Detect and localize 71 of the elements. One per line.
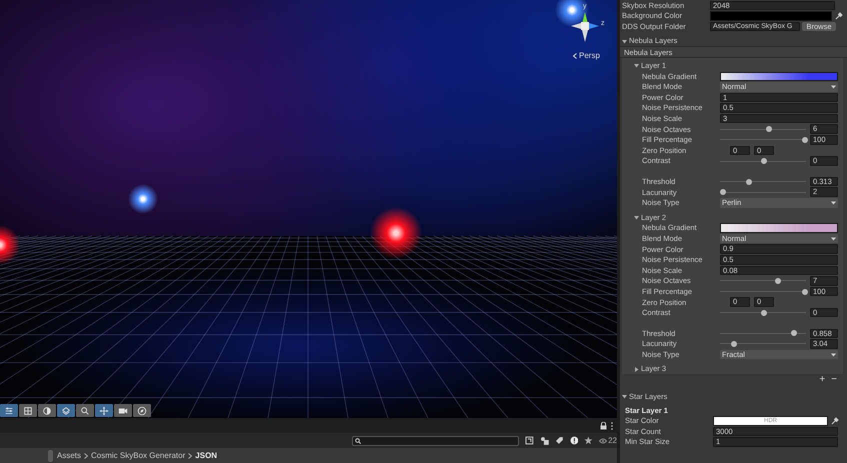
- slider-track[interactable]: [720, 135, 806, 144]
- chevron-right-icon: [84, 452, 88, 458]
- grid-icon: [23, 406, 33, 416]
- eyedropper-icon[interactable]: [831, 416, 839, 425]
- add-button[interactable]: +: [819, 375, 826, 386]
- tool-button[interactable]: [19, 404, 37, 417]
- gradient-swatch[interactable]: [720, 223, 838, 233]
- sphere-icon: [42, 406, 52, 416]
- remove-button[interactable]: −: [831, 375, 837, 386]
- slider-track[interactable]: [720, 156, 806, 166]
- slider-track[interactable]: [720, 276, 806, 286]
- tool-button[interactable]: [76, 404, 94, 417]
- slider-thumb[interactable]: [802, 136, 808, 143]
- tool-button[interactable]: [114, 404, 132, 417]
- tool-button[interactable]: [95, 404, 113, 417]
- search-field[interactable]: [352, 436, 520, 446]
- slider-track[interactable]: [720, 177, 806, 186]
- slider-track[interactable]: [720, 124, 806, 134]
- gradient-swatch[interactable]: [720, 72, 838, 82]
- slider-track[interactable]: [720, 308, 806, 318]
- slider-thumb[interactable]: [720, 189, 726, 196]
- star-icon[interactable]: [584, 436, 594, 445]
- search-icon: [80, 406, 90, 416]
- layers-icon: [61, 406, 71, 416]
- expanded-caret-icon[interactable]: [622, 38, 627, 44]
- dropdown-caret-icon: [831, 236, 836, 241]
- filter-icon[interactable]: [525, 436, 534, 445]
- tag-icon[interactable]: [554, 436, 564, 445]
- scrollbar-handle[interactable]: [48, 450, 53, 462]
- view-mode-text: Persp: [579, 50, 600, 62]
- tool-button[interactable]: [133, 404, 151, 417]
- tool-button[interactable]: [0, 404, 18, 417]
- slider-thumb[interactable]: [766, 126, 772, 132]
- slider-thumb[interactable]: [802, 288, 808, 295]
- dropdown-caret-icon: [831, 352, 836, 357]
- slider-thumb[interactable]: [730, 340, 737, 347]
- tool-button[interactable]: [57, 404, 75, 417]
- slider-thumb[interactable]: [760, 310, 767, 316]
- dropdown-caret-icon: [831, 84, 836, 89]
- hidden-count: 22: [608, 436, 617, 444]
- dropdown-caret-icon: [831, 200, 836, 205]
- slider-thumb[interactable]: [746, 178, 752, 185]
- chevron-right-icon: [188, 452, 192, 458]
- view-mode-label[interactable]: Persp: [573, 50, 600, 62]
- breadcrumb-link[interactable]: Cosmic SkyBox Generator: [91, 450, 186, 462]
- eyedropper-icon[interactable]: [835, 12, 843, 20]
- expanded-caret-icon[interactable]: [622, 394, 627, 400]
- slider-track[interactable]: [720, 328, 806, 338]
- lock-icon[interactable]: [600, 422, 607, 430]
- chevron-icon: [573, 53, 577, 59]
- compass-icon: [137, 406, 147, 416]
- search-icon: [355, 438, 361, 444]
- eye-icon[interactable]: [599, 438, 608, 444]
- slider-thumb[interactable]: [774, 278, 781, 284]
- tool-button[interactable]: [38, 404, 56, 417]
- expanded-caret-icon[interactable]: [634, 63, 639, 68]
- slider-track[interactable]: [720, 287, 806, 296]
- sliders-icon: [4, 406, 14, 416]
- camera-icon: [118, 406, 128, 416]
- slider-track[interactable]: [720, 339, 806, 348]
- breadcrumb-link[interactable]: JSON: [195, 450, 218, 462]
- collapsed-caret-icon[interactable]: [634, 366, 639, 372]
- expanded-caret-icon[interactable]: [634, 214, 639, 220]
- info-icon[interactable]: [570, 436, 578, 445]
- shapes-icon[interactable]: [540, 436, 549, 445]
- slider-thumb[interactable]: [790, 330, 797, 336]
- slider-track[interactable]: [720, 188, 806, 197]
- move-icon: [99, 406, 109, 416]
- breadcrumb-link[interactable]: Assets: [57, 450, 82, 462]
- slider-thumb[interactable]: [760, 158, 767, 164]
- color-swatch[interactable]: [710, 11, 832, 21]
